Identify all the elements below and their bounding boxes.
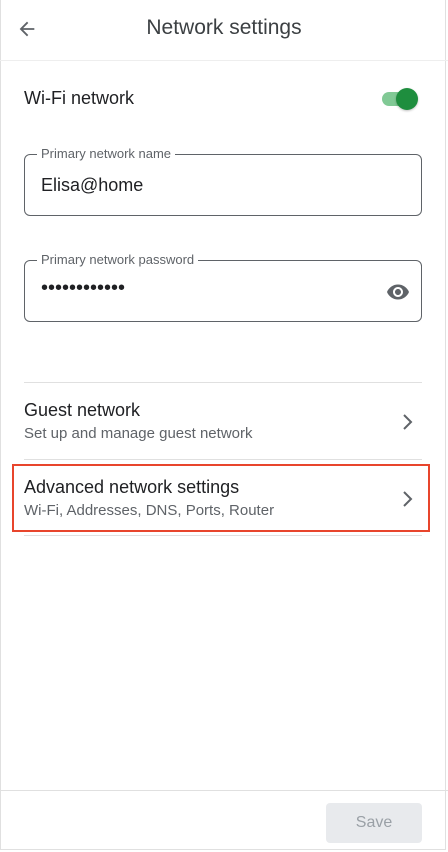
primary-network-password-field[interactable]: Primary network password ••••••••••••: [24, 252, 422, 322]
top-app-bar: Network settings: [0, 0, 448, 61]
primary-network-name-input[interactable]: [41, 175, 371, 196]
guest-network-row[interactable]: Guest network Set up and manage guest ne…: [24, 400, 422, 450]
chevron-right-icon: [403, 414, 413, 430]
divider: [24, 535, 422, 536]
guest-network-title: Guest network: [24, 400, 141, 420]
wifi-network-toggle[interactable]: [380, 87, 418, 111]
primary-network-name-label: Primary network name: [37, 146, 176, 162]
page-title: Network settings: [146, 16, 302, 39]
show-password-button[interactable]: [385, 279, 411, 305]
advanced-network-settings-row[interactable]: Advanced network settings Wi-Fi, Address…: [24, 477, 422, 527]
toggle-thumb: [396, 88, 418, 110]
guest-network-subtitle: Set up and manage guest network: [24, 425, 253, 442]
advanced-network-settings-title: Advanced network settings: [24, 477, 240, 497]
eye-icon: [387, 284, 409, 300]
divider: [24, 382, 422, 383]
primary-network-password-label: Primary network password: [37, 252, 199, 268]
advanced-network-settings-subtitle: Wi-Fi, Addresses, DNS, Ports, Router: [24, 502, 275, 519]
divider: [24, 459, 422, 460]
save-button[interactable]: Save: [326, 803, 422, 843]
footer-divider: [0, 790, 448, 791]
primary-network-password-input[interactable]: ••••••••••••: [41, 277, 371, 300]
chevron-right-icon: [403, 491, 413, 507]
primary-network-name-field[interactable]: Primary network name: [24, 146, 422, 216]
wifi-network-label: Wi-Fi network: [24, 88, 135, 108]
